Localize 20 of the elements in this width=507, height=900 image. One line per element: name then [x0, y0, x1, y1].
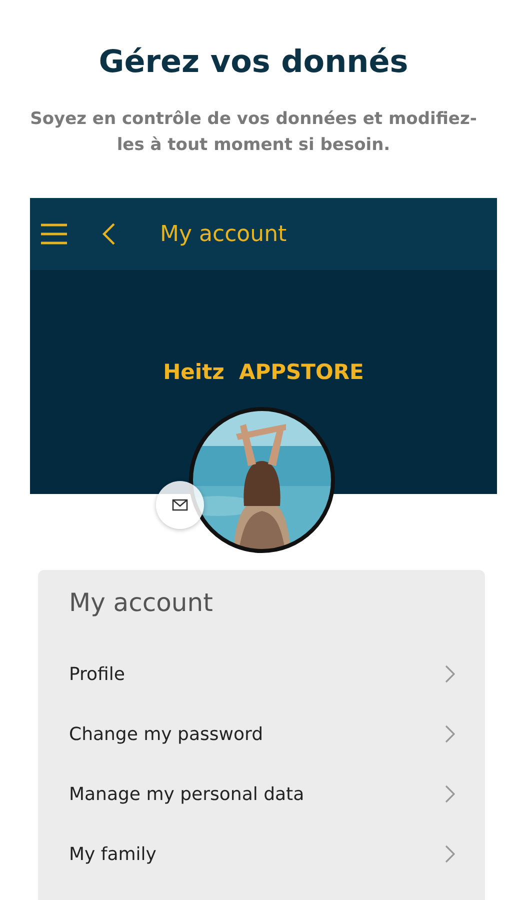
profile-name: Heitz APPSTORE: [163, 360, 364, 386]
menu-item[interactable]: Change my password: [69, 704, 455, 764]
menu-item[interactable]: Profile: [69, 644, 455, 704]
mail-icon: [172, 499, 188, 511]
chevron-icon: [445, 725, 455, 743]
chevron-icon: [445, 665, 455, 683]
menu-item-label: Profile: [69, 664, 125, 684]
page-heading: Gérez vos donnés: [98, 44, 408, 80]
menu-item-label: Manage my personal data: [69, 784, 304, 804]
chevron-icon: [445, 785, 455, 803]
back-icon[interactable]: [102, 222, 116, 246]
page-subtitle: Soyez en contrôle de vos données et modifiez-les à tout moment si besoin.: [29, 108, 478, 157]
menu-item[interactable]: Manage my personal data: [69, 764, 455, 824]
card-title: My account: [69, 588, 214, 619]
chevron-icon: [445, 845, 455, 863]
menu-item-label: Change my password: [69, 724, 264, 744]
app-bar-title: My account: [160, 222, 287, 246]
menu-item[interactable]: My family: [69, 824, 455, 884]
menu-item-label: My family: [69, 844, 156, 864]
menu-icon[interactable]: [40, 223, 68, 245]
